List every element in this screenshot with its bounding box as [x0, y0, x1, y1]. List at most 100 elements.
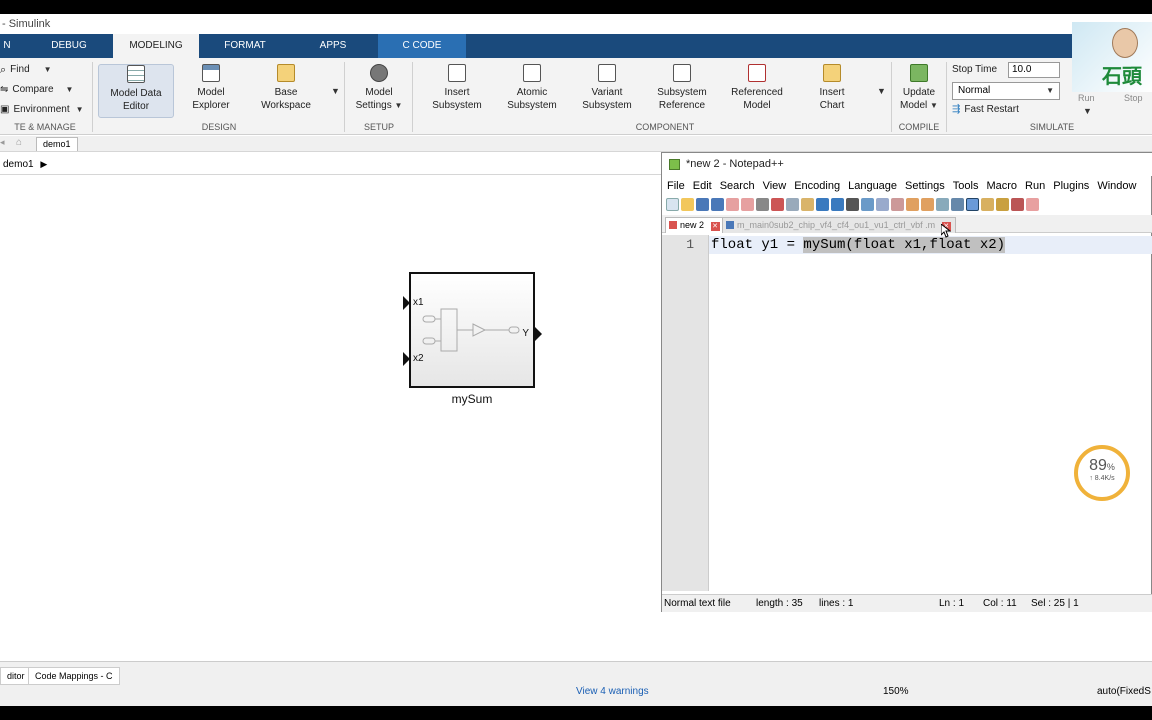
zoom-out-icon[interactable] — [891, 197, 904, 211]
ribbon-separator — [891, 62, 892, 132]
menu-window[interactable]: Window — [1097, 178, 1136, 194]
table-icon — [127, 65, 145, 83]
variant-subsystem-button[interactable]: Variant Subsystem — [576, 64, 638, 118]
notepad-status-bar: Normal text file length : 35 lines : 1 L… — [662, 594, 1152, 612]
open-file-icon[interactable] — [681, 197, 694, 211]
design-gallery-expand-icon[interactable]: ▼ — [331, 86, 340, 96]
referenced-model-icon — [748, 64, 766, 82]
copy-icon[interactable] — [786, 197, 799, 211]
insert-subsystem-button[interactable]: Insert Subsystem — [426, 64, 488, 118]
back-arrow-icon[interactable]: ◂ — [0, 137, 5, 148]
menu-plugins[interactable]: Plugins — [1053, 178, 1089, 194]
stop-time-input[interactable]: 10.0 — [1008, 62, 1060, 78]
code-selection: mySum(float x1,float x2) — [803, 237, 1006, 253]
fast-restart-button[interactable]: ⇶ Fast Restart — [952, 101, 1019, 119]
find-icon[interactable] — [846, 197, 859, 211]
tab-debug[interactable]: DEBUG — [40, 34, 98, 58]
model-breadcrumb: demo1 ▶ — [0, 155, 662, 175]
environment-icon: ▣ — [0, 104, 10, 115]
update-model-button[interactable]: Update Model ▼ — [896, 64, 942, 118]
replace-icon[interactable] — [861, 197, 874, 211]
cut-icon[interactable] — [771, 197, 784, 211]
find-button[interactable]: ⌕ Find ▼ — [0, 61, 52, 79]
menu-search[interactable]: Search — [720, 178, 755, 194]
redo-icon[interactable] — [831, 197, 844, 211]
line-number: 1 — [686, 237, 694, 252]
notepad-tab-inactive[interactable]: m_main0sub2_chip_vf4_cf4_ou1_vu1_ctrl_vb… — [722, 217, 956, 233]
network-speed-gauge[interactable]: 89% ↑ 8.4K/s — [1074, 445, 1130, 501]
tab-format[interactable]: FORMAT — [214, 34, 276, 58]
environment-button[interactable]: ▣ Environment ▼ — [0, 101, 84, 119]
group-label-setup: SETUP — [363, 122, 394, 132]
close-file-icon[interactable] — [726, 197, 739, 211]
component-gallery-expand-icon[interactable]: ▼ — [877, 86, 886, 96]
menu-edit[interactable]: Edit — [693, 178, 712, 194]
subsystem-block[interactable]: x1 x2 Y — [409, 272, 535, 388]
ribbon-separator — [412, 62, 413, 132]
block-name[interactable]: mySum — [409, 392, 535, 406]
show-all-chars-icon[interactable] — [951, 197, 964, 211]
home-icon[interactable]: ⌂ — [16, 137, 22, 148]
avatar-face — [1112, 28, 1138, 58]
doc-map-icon[interactable] — [996, 197, 1009, 211]
tab-apps[interactable]: APPS — [306, 34, 360, 58]
chevron-down-icon: ▼ — [75, 105, 84, 114]
indent-guide-icon[interactable] — [966, 197, 979, 211]
menu-encoding[interactable]: Encoding — [794, 178, 840, 194]
code-editor-line[interactable]: float y1 = mySum(float x1,float x2) — [711, 236, 1006, 254]
breadcrumb-item[interactable]: demo1 — [3, 159, 34, 170]
document-tab-strip: ◂ ⌂ — [0, 136, 1152, 152]
menu-settings[interactable]: Settings — [905, 178, 945, 194]
editor-area[interactable] — [710, 254, 1152, 591]
model-explorer-button[interactable]: Model Explorer — [180, 64, 242, 118]
menu-view[interactable]: View — [763, 178, 787, 194]
status-length: length : 35 — [756, 598, 803, 609]
print-icon[interactable] — [756, 197, 769, 211]
save-all-icon[interactable] — [711, 197, 724, 211]
output-port-arrow-icon[interactable] — [535, 327, 542, 341]
atomic-subsystem-button[interactable]: Atomic Subsystem — [501, 64, 563, 118]
zoom-in-icon[interactable] — [876, 197, 889, 211]
notepad-tab-active[interactable]: new 2 ✕ — [665, 217, 725, 233]
warnings-link[interactable]: View 4 warnings — [576, 685, 649, 699]
paste-icon[interactable] — [801, 197, 814, 211]
menu-language[interactable]: Language — [848, 178, 897, 194]
menu-tools[interactable]: Tools — [953, 178, 979, 194]
tab-c-code[interactable]: C CODE — [378, 34, 466, 58]
tab-simulation[interactable]: N — [0, 34, 14, 58]
sync-vertical-icon[interactable] — [906, 197, 919, 211]
base-workspace-button[interactable]: Base Workspace — [252, 64, 320, 118]
menu-file[interactable]: File — [667, 178, 685, 194]
run-options-chevron-icon[interactable]: ▼ — [1083, 106, 1092, 116]
tab-modeling[interactable]: MODELING — [113, 34, 199, 58]
model-canvas[interactable] — [0, 176, 662, 660]
save-icon[interactable] — [696, 197, 709, 211]
close-all-icon[interactable] — [741, 197, 754, 211]
word-wrap-icon[interactable] — [936, 197, 949, 211]
sync-horizontal-icon[interactable] — [921, 197, 934, 211]
function-list-icon[interactable] — [1011, 197, 1024, 211]
status-column: Col : 11 — [983, 598, 1017, 609]
menu-run[interactable]: Run — [1025, 178, 1045, 194]
document-tab[interactable]: demo1 — [36, 137, 78, 151]
close-icon[interactable]: ✕ — [710, 222, 720, 231]
new-file-icon[interactable] — [666, 197, 679, 211]
simulation-mode-select[interactable]: Normal ▼ — [952, 82, 1060, 100]
menu-macro[interactable]: Macro — [986, 178, 1017, 194]
tab-code-mappings[interactable]: Code Mappings - C — [28, 667, 120, 685]
model-settings-button[interactable]: Model Settings ▼ — [352, 64, 406, 118]
breadcrumb-arrow-icon[interactable]: ▶ — [40, 159, 47, 169]
subsystem-reference-button[interactable]: Subsystem Reference — [651, 64, 713, 118]
tab-model-data-editor[interactable]: ditor — [0, 667, 32, 685]
folder-workspace-icon[interactable] — [1026, 197, 1039, 211]
compare-icon: ⇋ — [0, 84, 9, 95]
update-icon — [910, 64, 928, 82]
solver-status[interactable]: auto(FixedS — [1097, 685, 1151, 699]
undo-icon[interactable] — [816, 197, 829, 211]
referenced-model-button[interactable]: Referenced Model — [726, 64, 788, 118]
insert-chart-button[interactable]: Insert Chart — [801, 64, 863, 118]
language-icon[interactable] — [981, 197, 994, 211]
group-label-manage: TE & MANAGE — [14, 122, 76, 132]
compare-button[interactable]: ⇋ Compare ▼ — [0, 81, 73, 99]
model-data-editor-button[interactable]: Model Data Editor — [98, 64, 174, 118]
